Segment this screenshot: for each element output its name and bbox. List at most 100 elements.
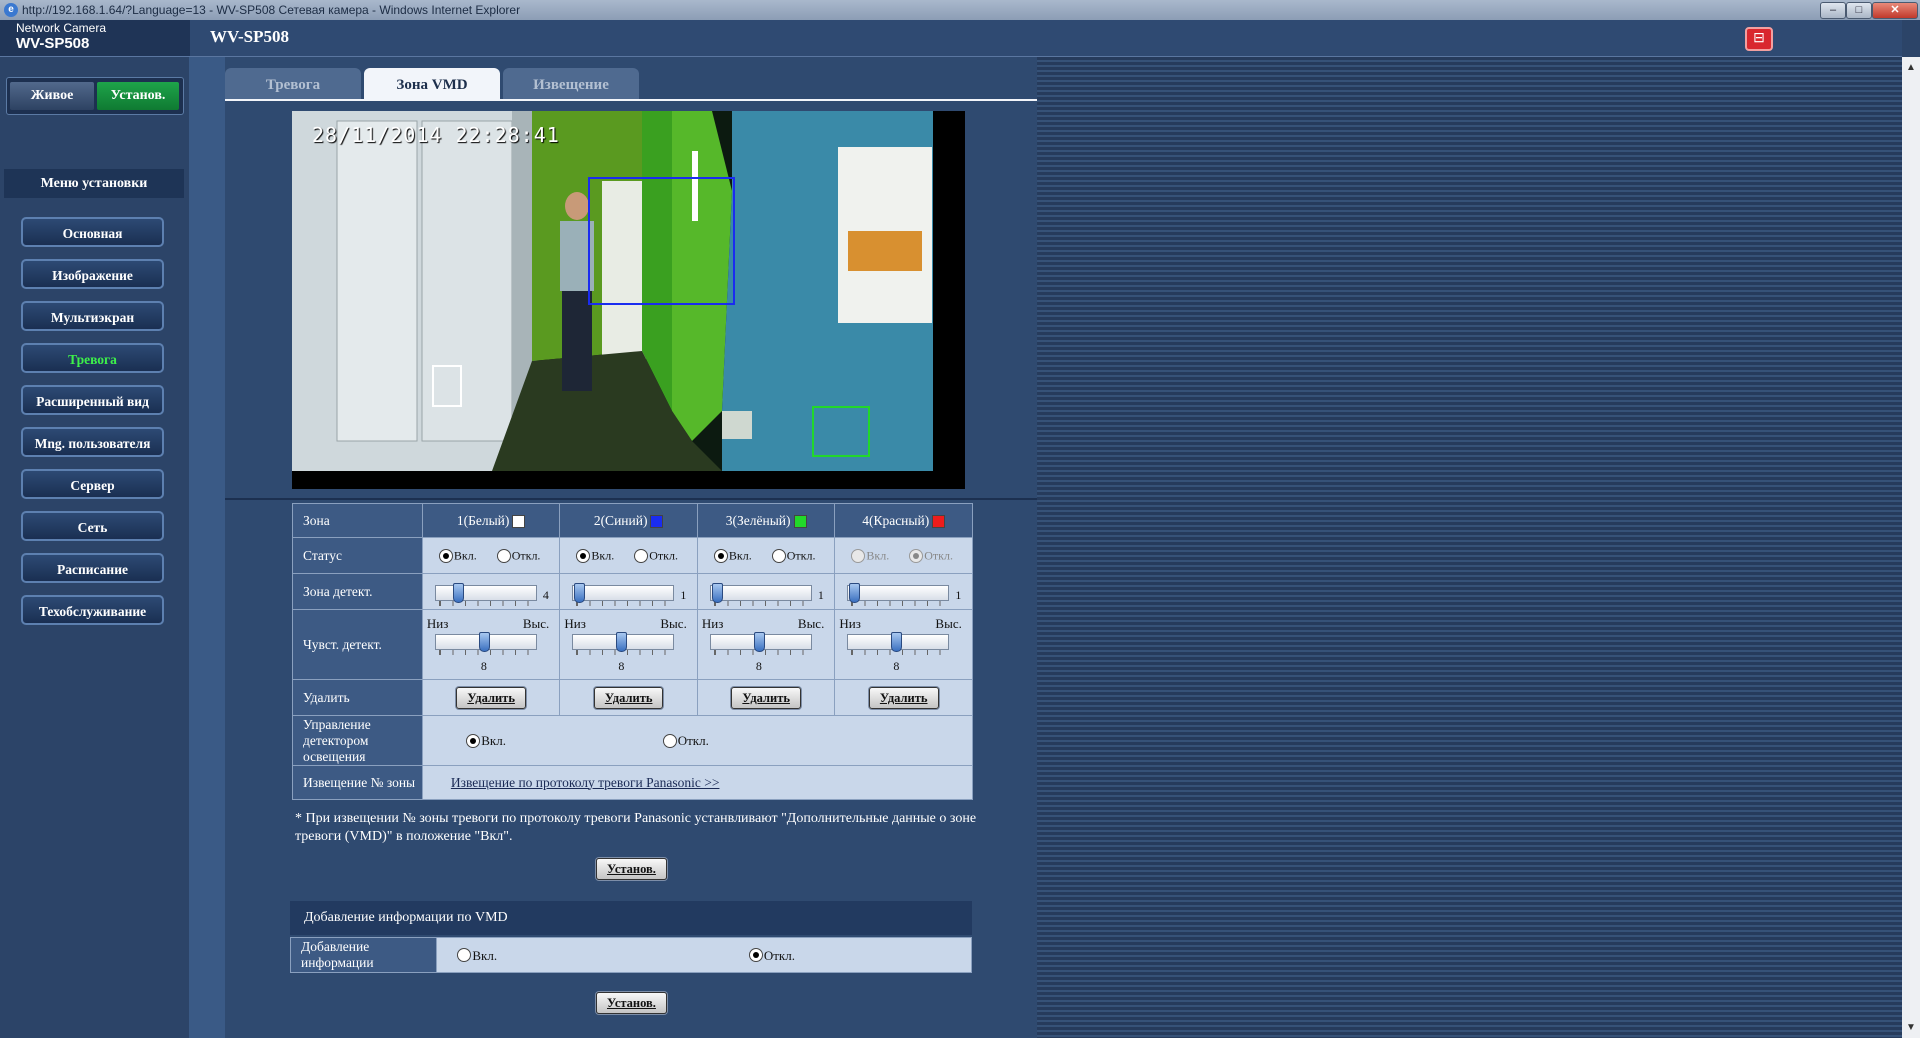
brand-line1: Network Camera — [16, 21, 107, 35]
mode-switch: Живое Установ. — [6, 77, 184, 115]
model-title: WV-SP508 — [210, 27, 290, 46]
set-button[interactable]: Установ. — [596, 858, 667, 880]
scroll-up-icon[interactable]: ▲ — [1902, 59, 1920, 76]
zone-2-delete-button[interactable]: Удалить — [593, 686, 664, 709]
light-control-cell: Вкл. Откл. — [421, 715, 974, 766]
sidebar-item-7[interactable]: Сервер — [21, 469, 164, 499]
sidebar-item-2[interactable]: Изображение — [21, 259, 164, 289]
zone-2-sensitivity-cell: Низ Выс. 8 — [559, 609, 698, 680]
sidebar-item-10[interactable]: Техобслуживание — [21, 595, 164, 625]
zone-4-status-off-label: Откл. — [924, 548, 953, 563]
vmd-info-row-label: Добавление информации — [290, 937, 437, 973]
zone-1-sensitivity-value: 8 — [480, 658, 487, 673]
zone-1-high-label: Выс. — [522, 615, 550, 631]
zone-3-area-slider[interactable] — [709, 584, 812, 601]
zone-1-delete-button[interactable]: Удалить — [456, 686, 526, 709]
zone-1-area-thumb[interactable] — [452, 582, 464, 603]
ie-icon: e — [4, 3, 18, 17]
zone-1-area-ticks — [438, 600, 532, 606]
zone-3-status-off-radio[interactable] — [771, 549, 786, 564]
notification-cell: Извещение по протоколу тревоги Panasonic… — [421, 765, 974, 800]
help-icon[interactable]: ⊟ — [1745, 27, 1773, 51]
zone-2-delete-cell: Удалить — [559, 679, 698, 716]
sidebar — [0, 57, 189, 1038]
zone-2-area-slider[interactable] — [572, 584, 675, 601]
vmd-info-cell: Вкл. Откл. — [436, 937, 972, 973]
light-control-row-label: Управление детектором освещения — [292, 715, 423, 766]
panasonic-protocol-link[interactable]: Извещение по протоколу тревоги Panasonic… — [451, 775, 720, 790]
zone-4-status-on-radio — [851, 549, 866, 564]
zone-2-sensitivity-thumb[interactable] — [616, 631, 628, 652]
zone-4-name: 4(Красный) — [862, 512, 930, 528]
zone-1-sensitivity-cell: Низ Выс. 8 — [421, 609, 561, 680]
tab-alarm[interactable]: Тревога — [225, 68, 361, 100]
zone-3-high-label: Выс. — [797, 615, 825, 631]
tab-vmd-area[interactable]: Зона VMD — [364, 68, 500, 100]
set-button-1-wrap: Установ. — [596, 858, 667, 880]
zone-1-status-on-radio[interactable] — [438, 549, 453, 564]
zone-4-delete-cell: Удалить — [834, 679, 973, 716]
zone-3-rect[interactable] — [812, 406, 870, 457]
light-control-off-label: Откл. — [677, 732, 709, 748]
tab-underline — [225, 99, 1037, 101]
vmd-info-table: Добавление информации Вкл. Откл. — [290, 937, 972, 973]
live-button[interactable]: Живое — [10, 82, 94, 110]
zone-3-sensitivity-cell: Низ Выс. 8 — [696, 609, 836, 680]
zone-2-status-on-radio[interactable] — [576, 549, 591, 564]
delete-row-label: Удалить — [292, 679, 423, 716]
maximize-button[interactable]: □ — [1846, 2, 1872, 19]
zone-1-status-off-label: Откл. — [511, 548, 541, 563]
vmd-info-off-radio[interactable] — [748, 948, 763, 963]
sidebar-item-5[interactable]: Расширенный вид — [21, 385, 164, 415]
setup-button[interactable]: Установ. — [97, 82, 179, 110]
zone-4-sensitivity-thumb[interactable] — [891, 631, 903, 652]
zone-1-status-off-radio[interactable] — [496, 549, 511, 564]
zone-1-sensitivity-thumb[interactable] — [478, 631, 490, 652]
zone-3-area-thumb[interactable] — [711, 582, 723, 603]
light-control-on-radio[interactable] — [466, 733, 481, 748]
zone-3-delete-button[interactable]: Удалить — [731, 686, 801, 709]
minimize-button[interactable]: – — [1820, 2, 1846, 19]
close-button[interactable]: ✕ — [1872, 2, 1918, 19]
zone-3-sensitivity-thumb[interactable] — [753, 631, 765, 652]
zone-3-status-on-radio[interactable] — [713, 549, 728, 564]
camera-video[interactable]: 28/11/2014 22:28:41 — [292, 111, 965, 489]
zone-1-area-cell: 4 — [421, 573, 561, 610]
vertical-scrollbar[interactable]: ▲ ▼ — [1902, 57, 1920, 1038]
zone-2-area-value: 1 — [680, 587, 687, 602]
zone-3-status-on-label: Вкл. — [728, 548, 752, 563]
status-row-label: Статус — [292, 537, 423, 574]
sidebar-item-8[interactable]: Сеть — [21, 511, 164, 541]
vmd-info-on-radio[interactable] — [457, 948, 472, 963]
zone-2-name: 2(Синий) — [593, 512, 648, 528]
zone-2-header: 2(Синий) — [559, 503, 698, 538]
zone-4-area-slider[interactable] — [847, 584, 950, 601]
zone-3-area-value: 1 — [817, 587, 824, 602]
zone-1-area-slider[interactable] — [434, 584, 537, 601]
zone-2-area-thumb[interactable] — [574, 582, 586, 603]
zone-1-area-value: 4 — [542, 587, 549, 602]
brand-block: Network Camera WV-SP508 — [0, 20, 190, 56]
light-control-off-radio[interactable] — [662, 733, 677, 748]
zone-2-sensitivity-value: 8 — [618, 658, 625, 673]
scroll-down-icon[interactable]: ▼ — [1902, 1019, 1920, 1036]
notification-row-label: Извещение № зоны — [292, 765, 423, 800]
sidebar-item-9[interactable]: Расписание — [21, 553, 164, 583]
zone-4-sensitivity-value: 8 — [893, 658, 900, 673]
zone-1-header: 1(Белый) — [421, 503, 561, 538]
sidebar-item-3[interactable]: Мультиэкран — [21, 301, 164, 331]
sidebar-item-6[interactable]: Mng. пользователя — [21, 427, 164, 457]
zone-2-rect[interactable] — [588, 177, 735, 305]
set-button[interactable]: Установ. — [596, 992, 667, 1014]
zone-2-area-ticks — [576, 600, 670, 606]
sidebar-item-1[interactable]: Основная — [21, 217, 164, 247]
zone-4-area-thumb[interactable] — [849, 582, 861, 603]
zone-2-status-off-radio[interactable] — [634, 549, 649, 564]
zone-1-rect[interactable] — [432, 365, 462, 407]
zone-4-delete-button[interactable]: Удалить — [868, 686, 939, 709]
tab-notification[interactable]: Извещение — [503, 68, 639, 100]
sidebar-item-4[interactable]: Тревога — [21, 343, 164, 373]
vmd-zones-table: Зона 1(Белый) 2(Синий) 3(Зелёный) 4(Крас… — [292, 503, 974, 800]
window-titlebar: e http://192.168.1.64/?Language=13 - WV-… — [0, 0, 1920, 20]
zone-2-area-cell: 1 — [559, 573, 698, 610]
